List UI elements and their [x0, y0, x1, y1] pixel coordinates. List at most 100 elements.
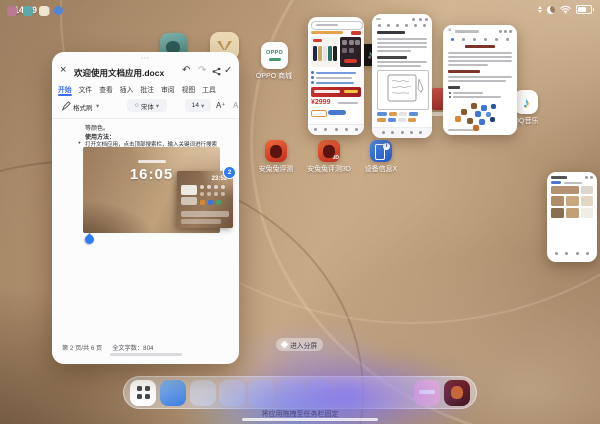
- tab-insert[interactable]: 插入: [120, 84, 134, 94]
- dock-pink-app-icon[interactable]: [414, 380, 440, 406]
- photo-thumb: [566, 196, 579, 206]
- tab-file[interactable]: 文件: [79, 84, 93, 94]
- store-notice-tag: [351, 31, 361, 35]
- dock-app-icon[interactable]: [190, 380, 216, 406]
- text-skeleton: [564, 182, 582, 184]
- dock-folder-icon[interactable]: [160, 380, 186, 406]
- photo-thumb: [581, 208, 593, 218]
- document-window[interactable]: ⋯ × 欢迎使用文档应用.docx ↶ ↷ ✓ 开始 文件 查看 插入 批注 审…: [52, 52, 239, 364]
- table-cell: [398, 118, 406, 122]
- folder-mini-icon: [23, 6, 33, 16]
- embedded-overlay-screenshot[interactable]: 23:52: [177, 171, 233, 228]
- oppo-store-app-icon[interactable]: OPPO: [261, 42, 288, 69]
- store-chip: [328, 110, 346, 115]
- tab-tools[interactable]: 工具: [202, 84, 216, 94]
- text-selection-handle[interactable]: [83, 233, 96, 246]
- dock-app-icon[interactable]: [277, 380, 303, 406]
- bullet-dot: [449, 96, 451, 98]
- app-drawer-icon[interactable]: [130, 380, 156, 406]
- tab-start[interactable]: 开始: [58, 84, 72, 94]
- home-indicator[interactable]: [242, 418, 378, 421]
- nav-icons: [314, 128, 358, 131]
- toast-text: 进入分屏: [290, 340, 317, 350]
- window-handle-icon[interactable]: ⋯: [52, 53, 239, 64]
- font-family-value: 宋体: [141, 101, 154, 111]
- promo-thumb: [349, 40, 354, 45]
- notes-mini-window-1[interactable]: [372, 14, 432, 138]
- qq-music-app-icon[interactable]: ♪: [514, 90, 538, 114]
- notes-mini-window-2[interactable]: ×: [443, 25, 517, 135]
- folder-mini-icon: [7, 6, 17, 16]
- tab-layout[interactable]: 视图: [182, 84, 196, 94]
- word-count: 全文字数：804: [112, 343, 153, 352]
- dock-red-app-icon[interactable]: [444, 380, 470, 406]
- font-size-select[interactable]: 14 ▾: [185, 99, 211, 112]
- new-product-tag: [313, 39, 322, 42]
- increase-font-button[interactable]: A⁺: [216, 101, 226, 110]
- store-chip: [311, 110, 327, 117]
- table-cell: [408, 118, 416, 122]
- dock-app-icon[interactable]: [335, 380, 361, 406]
- undo-button[interactable]: ↶: [182, 66, 190, 76]
- text-skeleton: [377, 65, 421, 67]
- promo-thumb: [349, 48, 354, 53]
- mini-actions: [499, 30, 512, 33]
- bottom-bar-icons: [382, 131, 422, 134]
- photo-thumb: [581, 196, 593, 206]
- close-button[interactable]: ×: [60, 65, 66, 76]
- dock-app-icon[interactable]: [306, 380, 332, 406]
- tab-review[interactable]: 审阅: [161, 84, 175, 94]
- paragraph-tail-text: 等颜色。: [85, 123, 109, 132]
- toggle-dot: [207, 185, 211, 189]
- gallery-mini-window[interactable]: [547, 172, 597, 262]
- gallery-pagination[interactable]: [555, 252, 589, 255]
- text-skeleton: [377, 61, 427, 63]
- document-title: 欢迎使用文档应用.docx: [74, 67, 164, 79]
- control-tile: [181, 185, 197, 195]
- share-button[interactable]: [212, 67, 221, 79]
- decrease-font-button[interactable]: A⁻: [233, 101, 243, 110]
- format-toolbar: 格式刷 ▾ ○ 宋体 ▾ 14 ▾ A⁺ A⁻: [52, 98, 239, 116]
- cluster-icon: [471, 103, 477, 109]
- antutu-3d-app-icon[interactable]: 3D: [318, 140, 340, 162]
- table-cell: [377, 112, 387, 116]
- notification-app-icon: [54, 6, 63, 15]
- sparkle-icon: [281, 341, 288, 348]
- format-painter-button[interactable]: 格式刷: [73, 102, 93, 112]
- font-family-select[interactable]: ○ 宋体 ▾: [127, 99, 167, 112]
- text-skeleton: [448, 64, 488, 66]
- text-skeleton: [377, 46, 427, 48]
- antutu-app-label: 安兔兔评测: [259, 164, 294, 174]
- gallery-title-skeleton: [551, 176, 567, 179]
- oppo-logo-bar: [269, 58, 281, 61]
- dock-app-icon[interactable]: [219, 380, 245, 406]
- store-mini-window[interactable]: ¥2999: [308, 17, 364, 135]
- toggle-dot: [214, 185, 218, 189]
- phone-thumb: [328, 46, 332, 61]
- store-search-bar[interactable]: [311, 21, 363, 30]
- dock-app-icon[interactable]: [248, 380, 274, 406]
- phone-thumb: [333, 46, 337, 61]
- store-price: ¥2999: [311, 99, 330, 106]
- text-skeleton: [448, 56, 512, 58]
- night-mode-moon-icon: [547, 6, 555, 14]
- promo-button[interactable]: [344, 59, 357, 63]
- confirm-button[interactable]: ✓: [224, 66, 232, 76]
- cluster-icon: [479, 119, 485, 125]
- text-skeleton: [448, 76, 512, 78]
- device-info-app-icon[interactable]: i: [370, 140, 392, 162]
- photo-thumb: [566, 208, 579, 218]
- antutu-app-icon[interactable]: [265, 140, 287, 162]
- text-skeleton: [448, 80, 506, 82]
- promo-thumb: [355, 40, 360, 45]
- toggle-dot: [221, 185, 225, 189]
- tab-view[interactable]: 查看: [99, 84, 113, 94]
- toolbar-icons: [412, 18, 428, 21]
- redo-button[interactable]: ↷: [198, 66, 206, 76]
- tab-comment[interactable]: 批注: [140, 84, 154, 94]
- window-resize-handle[interactable]: [110, 353, 182, 356]
- font-size-value: 14: [192, 102, 199, 109]
- link-bullet: [311, 76, 314, 79]
- mini-close-icon[interactable]: ×: [448, 28, 452, 34]
- tablet-home-screen: 14:09 OPPO OPPO 商城 安兔兔评测 3D 安兔兔评测3D i 设备…: [0, 0, 600, 424]
